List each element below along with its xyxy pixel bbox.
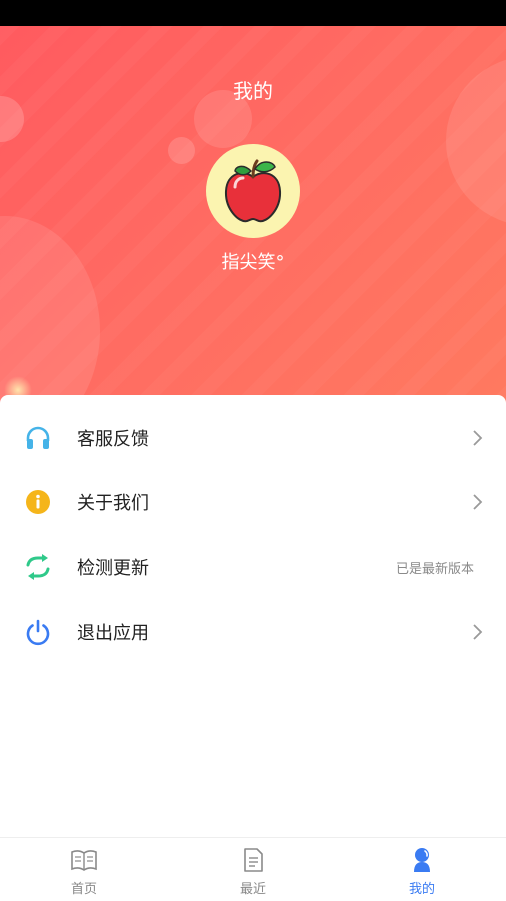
decor-bubble xyxy=(168,137,195,164)
profile-header: 我的 指尖笑° xyxy=(0,26,506,416)
menu-item-label: 退出应用 xyxy=(77,623,149,644)
page-title: 我的 xyxy=(233,79,273,103)
info-icon xyxy=(24,488,52,516)
menu-item-label: 关于我们 xyxy=(77,493,149,514)
tab-recent[interactable]: 最近 xyxy=(193,838,313,901)
menu-item-label: 检测更新 xyxy=(77,558,149,579)
tab-label: 首页 xyxy=(70,882,97,897)
apple-icon xyxy=(224,159,282,223)
menu-item-label: 客服反馈 xyxy=(77,429,149,450)
chevron-right-icon xyxy=(473,624,483,640)
tab-mine[interactable]: 我的 xyxy=(362,838,482,901)
document-icon xyxy=(244,848,263,872)
chevron-right-icon xyxy=(473,430,483,446)
tab-label: 最近 xyxy=(239,882,266,897)
tab-home[interactable]: 首页 xyxy=(24,838,144,901)
power-icon xyxy=(24,618,52,646)
user-icon xyxy=(414,848,430,872)
refresh-icon xyxy=(24,553,52,581)
menu-item-exit[interactable]: 退出应用 xyxy=(0,600,506,664)
tab-label: 我的 xyxy=(408,882,435,897)
book-icon xyxy=(71,850,97,871)
headphones-icon xyxy=(24,424,52,452)
menu-item-about[interactable]: 关于我们 xyxy=(0,470,506,534)
username: 指尖笑° xyxy=(221,252,285,273)
avatar[interactable] xyxy=(206,144,300,238)
bottom-tab-bar: 首页 最近 我的 xyxy=(0,837,506,900)
version-status: 已是最新版本 xyxy=(395,561,474,577)
menu-item-feedback[interactable]: 客服反馈 xyxy=(0,406,506,470)
menu-card: 客服反馈 关于我们 检测更新 已是最新版本 退出应用 xyxy=(0,395,506,837)
menu-item-check-update[interactable]: 检测更新 已是最新版本 xyxy=(0,535,506,599)
status-bar xyxy=(0,0,506,26)
chevron-right-icon xyxy=(473,494,483,510)
